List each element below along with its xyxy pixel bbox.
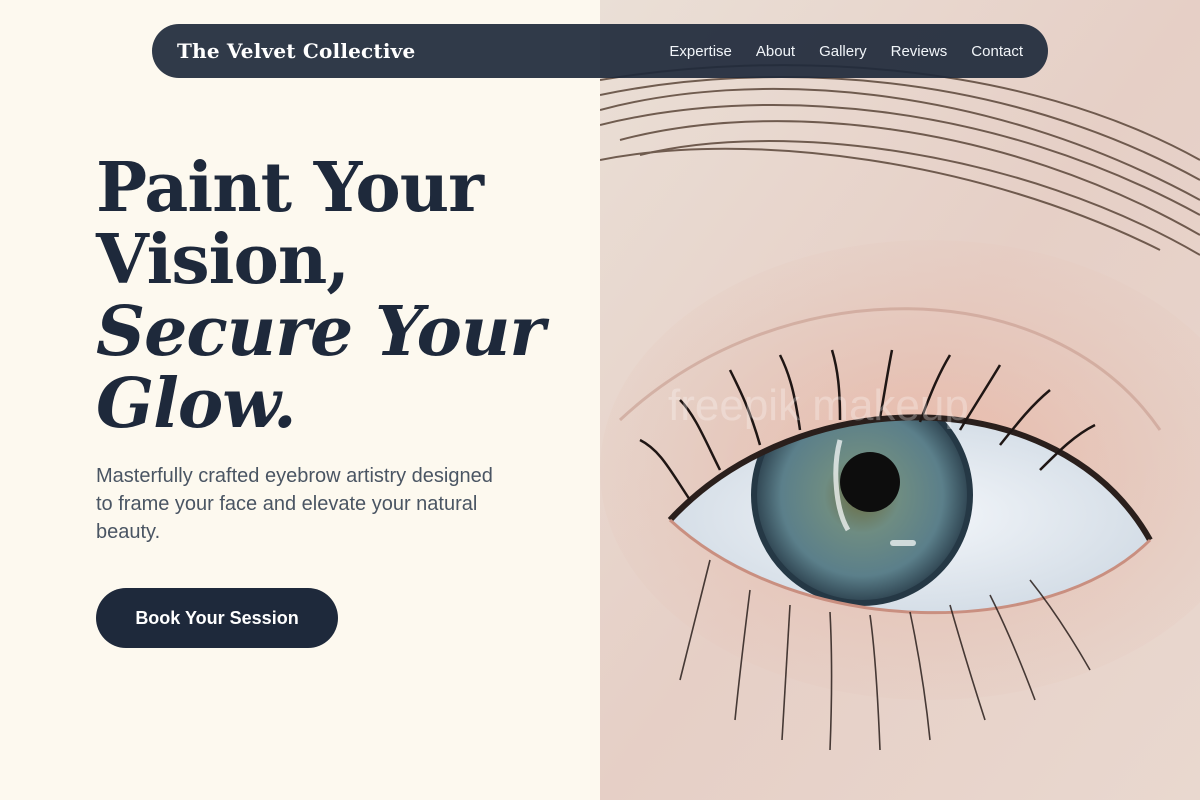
headline-line-2: Vision,	[96, 220, 350, 300]
nav-link-gallery[interactable]: Gallery	[819, 43, 867, 60]
hero-section: Paint Your Vision, Secure Your Glow. Mas…	[96, 152, 576, 648]
hero-subtext: Masterfully crafted eyebrow artistry des…	[96, 465, 493, 543]
hero-headline: Paint Your Vision, Secure Your Glow.	[96, 152, 576, 440]
eye-photo: freepik makeup	[600, 0, 1200, 800]
headline-line-1: Paint Your	[96, 148, 484, 228]
brand-logo[interactable]: The Velvet Collective	[177, 39, 415, 63]
nav-link-contact[interactable]: Contact	[971, 43, 1023, 60]
nav-link-reviews[interactable]: Reviews	[891, 43, 948, 60]
hero-image: freepik makeup	[600, 0, 1200, 800]
watermark-text: freepik makeup	[668, 381, 969, 430]
top-navbar: The Velvet Collective Expertise About Ga…	[152, 24, 1048, 78]
nav-links: Expertise About Gallery Reviews Contact	[669, 43, 1023, 60]
headline-line-4: Glow.	[96, 364, 297, 444]
book-session-button[interactable]: Book Your Session	[96, 588, 338, 648]
headline-line-3: Secure Your	[96, 292, 545, 372]
nav-link-expertise[interactable]: Expertise	[669, 43, 732, 60]
nav-link-about[interactable]: About	[756, 43, 795, 60]
